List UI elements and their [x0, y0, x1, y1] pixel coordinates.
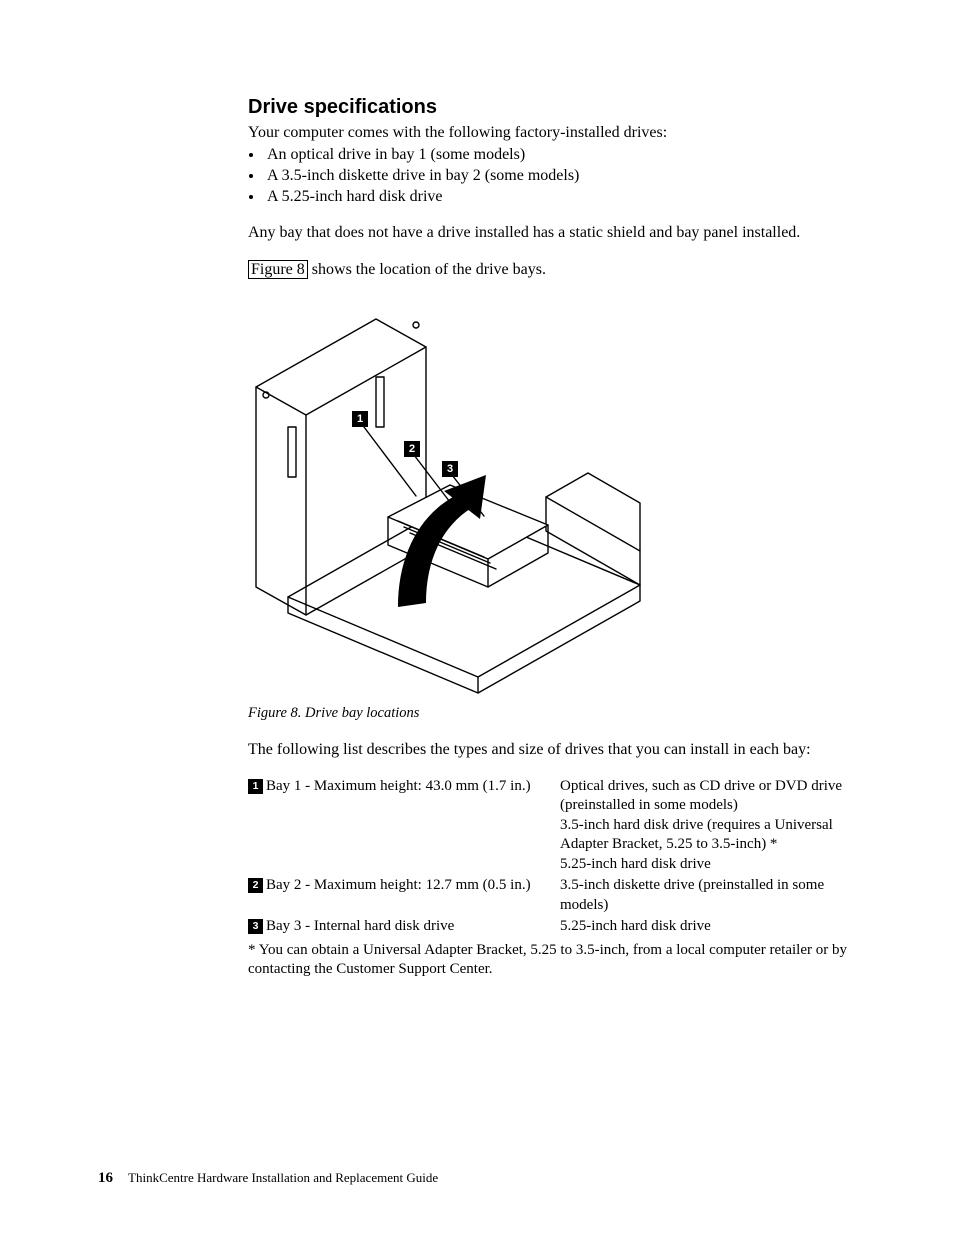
bay-label-cell: 1Bay 1 - Maximum height: 43.0 mm (1.7 in…	[248, 777, 560, 877]
body-paragraph: Any bay that does not have a drive insta…	[248, 223, 854, 244]
list-item: An optical drive in bay 1 (some models)	[264, 145, 854, 166]
row-number-badge: 3	[248, 919, 263, 934]
figure-8-illustration: 1 2 3	[248, 297, 854, 697]
body-paragraph: The following list describes the types a…	[248, 740, 854, 761]
table-row: 2Bay 2 - Maximum height: 12.7 mm (0.5 in…	[248, 876, 854, 917]
callout-1-badge: 1	[352, 411, 368, 427]
footer-title: ThinkCentre Hardware Installation and Re…	[128, 1170, 438, 1185]
list-item: A 5.25-inch hard disk drive	[264, 187, 854, 208]
figure-crossref[interactable]: Figure 8	[248, 260, 308, 279]
bay-label-cell: 2Bay 2 - Maximum height: 12.7 mm (0.5 in…	[248, 876, 560, 917]
table-footnote: * You can obtain a Universal Adapter Bra…	[248, 941, 854, 980]
bay-desc-cell: 3.5-inch diskette drive (preinstalled in…	[560, 876, 854, 917]
page-footer: 16 ThinkCentre Hardware Installation and…	[98, 1170, 438, 1187]
bay-desc-cell: 5.25-inch hard disk drive	[560, 917, 854, 939]
bay-label: Bay 2 - Maximum height: 12.7 mm (0.5 in.…	[266, 877, 531, 893]
figure-caption: Figure 8. Drive bay locations	[248, 705, 854, 722]
bay-spec-table: 1Bay 1 - Maximum height: 43.0 mm (1.7 in…	[248, 777, 854, 939]
table-row: 1Bay 1 - Maximum height: 43.0 mm (1.7 in…	[248, 777, 854, 877]
list-item: A 3.5-inch diskette drive in bay 2 (some…	[264, 166, 854, 187]
computer-chassis-illustration	[248, 297, 648, 697]
document-page: Drive specifications Your computer comes…	[0, 0, 954, 1235]
bay-desc-cell: Optical drives, such as CD drive or DVD …	[560, 777, 854, 877]
callout-3-badge: 3	[442, 461, 458, 477]
bay-label-cell: 3Bay 3 - Internal hard disk drive	[248, 917, 560, 939]
row-number-badge: 2	[248, 878, 263, 893]
bay-label: Bay 1 - Maximum height: 43.0 mm (1.7 in.…	[266, 778, 531, 794]
callout-2-badge: 2	[404, 441, 420, 457]
table-row: 3Bay 3 - Internal hard disk drive 5.25-i…	[248, 917, 854, 939]
row-number-badge: 1	[248, 779, 263, 794]
bay-label: Bay 3 - Internal hard disk drive	[266, 918, 454, 934]
intro-sentence: Your computer comes with the following f…	[248, 123, 854, 143]
page-number: 16	[98, 1170, 113, 1186]
content-region: Drive specifications Your computer comes…	[248, 96, 854, 995]
section-heading: Drive specifications	[248, 96, 854, 119]
drive-list: An optical drive in bay 1 (some models) …	[248, 145, 854, 207]
figure-ref-tail: shows the location of the drive bays.	[308, 261, 546, 278]
figure-reference-line: Figure 8 shows the location of the drive…	[248, 260, 854, 281]
